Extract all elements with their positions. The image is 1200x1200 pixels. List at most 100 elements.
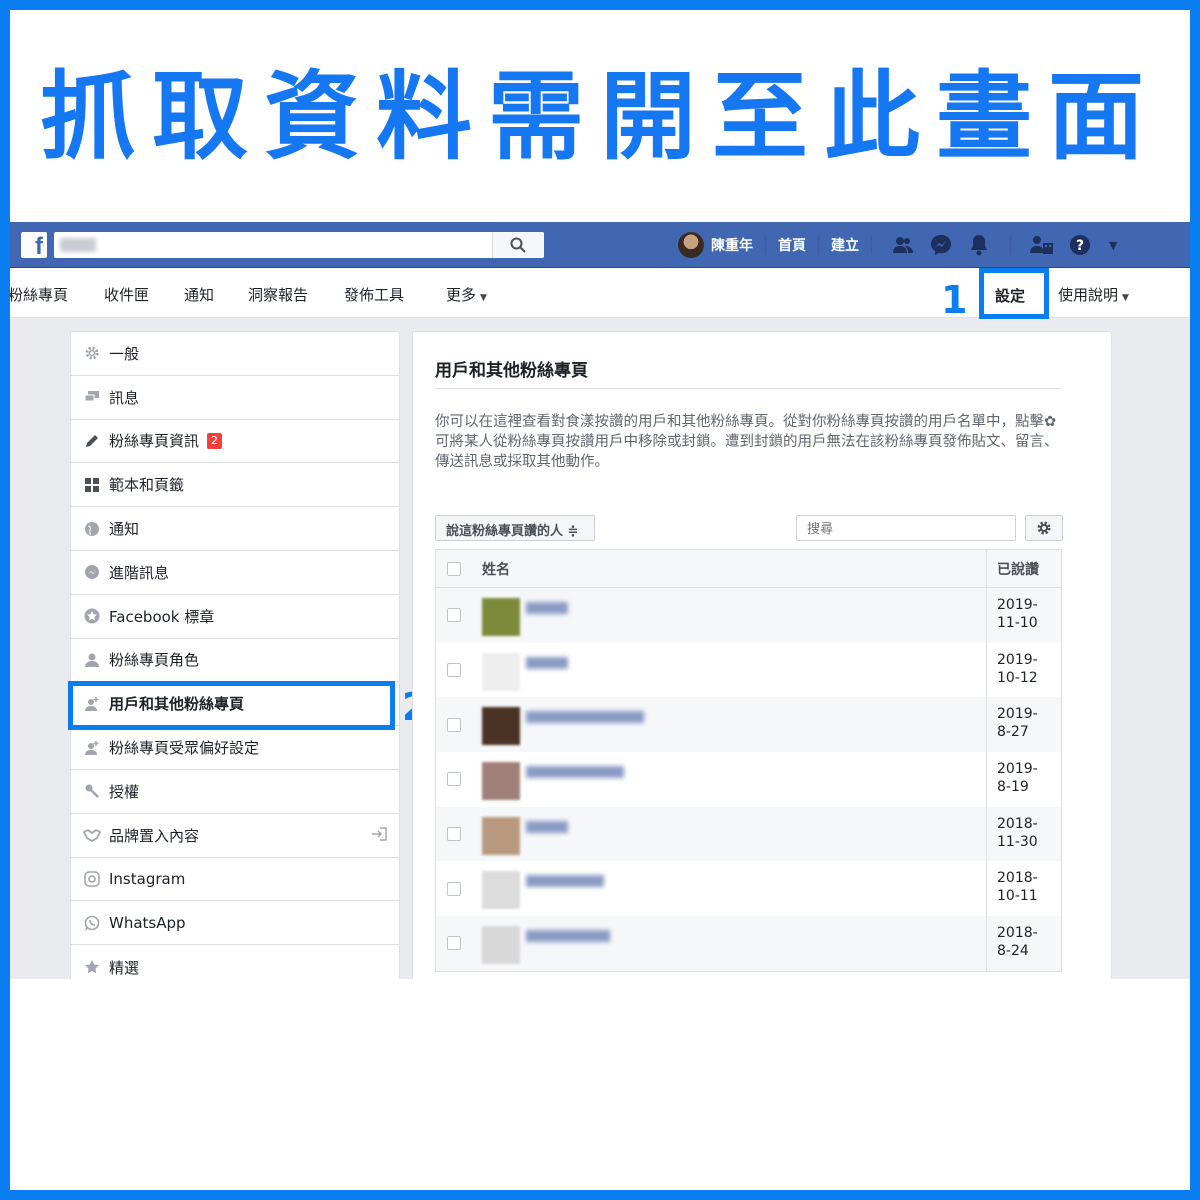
tab-publishing-tools[interactable]: 發佈工具	[344, 284, 404, 305]
row-checkbox[interactable]	[447, 936, 461, 951]
search-box[interactable]	[54, 232, 544, 258]
create-link[interactable]: 建立	[831, 235, 859, 255]
sidebar-item[interactable]: 範本和頁籤	[71, 463, 399, 508]
search-button[interactable]	[492, 232, 544, 258]
tab-insights[interactable]: 洞察報告	[248, 284, 308, 305]
liked-date: 2019- 11-10	[986, 588, 1061, 643]
home-link[interactable]: 首頁	[778, 235, 806, 255]
avatar[interactable]	[482, 707, 520, 746]
messenger-icon[interactable]	[926, 230, 956, 260]
chevron-down-icon: ▼	[1122, 293, 1129, 303]
tab-more[interactable]: 更多 ▼	[446, 284, 487, 305]
facebook-top-bar: f 陳重年 首頁 建立 ? ▼	[10, 222, 1190, 268]
liked-date: 2019- 10-12	[986, 642, 1061, 698]
sidebar-item[interactable]: 一般	[71, 332, 399, 376]
page-tab-bar: 粉絲專頁 收件匣 通知 洞察報告 發佈工具 更多 ▼ 1 設定 使用說明 ▼	[10, 268, 1190, 322]
step-1-marker: 1	[941, 278, 968, 322]
bell-icon[interactable]	[964, 230, 994, 260]
table-row: 2019- 11-10	[436, 588, 1061, 643]
sidebar-item[interactable]: 粉絲專頁資訊 2	[71, 420, 399, 464]
gear-icon	[1037, 521, 1051, 535]
avatar[interactable]	[482, 598, 520, 636]
help-icon[interactable]: ?	[1065, 230, 1095, 260]
user-name-link[interactable]: 陳重年	[711, 235, 753, 255]
account-menu-caret-icon[interactable]: ▼	[1109, 239, 1117, 252]
table-row: 2019- 10-12	[436, 642, 1061, 698]
instagram-icon	[83, 870, 101, 888]
divider	[435, 388, 1061, 389]
sidebar-item[interactable]: WhatsApp	[71, 901, 399, 946]
sidebar-item[interactable]: Facebook 標章	[71, 595, 399, 639]
blurred-user-name[interactable]	[526, 820, 568, 833]
sidebar-item[interactable]: 訊息	[71, 376, 399, 420]
sidebar-item[interactable]: 粉絲專頁角色	[71, 639, 399, 683]
tab-inbox[interactable]: 收件匣	[104, 284, 149, 305]
avatar[interactable]	[482, 871, 520, 910]
people-search-input[interactable]	[797, 516, 1015, 540]
page-switch-icon[interactable]	[1027, 230, 1057, 260]
divider	[765, 236, 766, 254]
sidebar-item[interactable]: 精選	[71, 945, 399, 979]
gear-button[interactable]	[1025, 515, 1063, 541]
tab-notifications[interactable]: 通知	[184, 284, 214, 305]
table-row: 2019- 8-19	[436, 752, 1061, 807]
sidebar-item-label: 品牌置入內容	[109, 826, 200, 845]
divider	[1010, 236, 1011, 254]
table-row: 2019- 8-27	[436, 697, 1061, 753]
avatar[interactable]	[482, 816, 520, 855]
sidebar-item[interactable]: 粉絲專頁受眾偏好設定	[71, 726, 399, 770]
chat-icon	[83, 388, 101, 406]
chevron-down-icon: ▼	[480, 293, 487, 303]
facebook-screenshot: f 陳重年 首頁 建立 ? ▼ 粉絲專頁 收件匣 通知 洞察報告 發佈工具 更多…	[10, 222, 1190, 979]
select-all-checkbox[interactable]	[447, 561, 461, 576]
avatar[interactable]	[482, 762, 520, 801]
blurred-user-name[interactable]	[526, 711, 644, 724]
blurred-user-name[interactable]	[526, 766, 624, 779]
panel-title: 用戶和其他粉絲專頁	[435, 361, 588, 381]
globe-icon	[83, 520, 101, 538]
sidebar-item-label: 授權	[109, 782, 140, 801]
svg-text:?: ?	[1076, 238, 1084, 254]
tab-fan-page[interactable]: 粉絲專頁	[10, 284, 68, 305]
row-checkbox[interactable]	[447, 772, 461, 787]
people-and-pages-panel: 用戶和其他粉絲專頁 你可以在這裡查看對食漾按讚的用戶和其他粉絲專頁。從對你粉絲專…	[412, 331, 1112, 979]
sidebar-item[interactable]: 進階訊息	[71, 551, 399, 595]
friends-icon[interactable]	[888, 230, 918, 260]
people-search-box[interactable]	[796, 515, 1016, 541]
sidebar-item-label: 精選	[109, 958, 140, 977]
sidebar-item[interactable]: 授權	[71, 770, 399, 814]
sidebar-item[interactable]: 通知	[71, 507, 399, 551]
row-checkbox[interactable]	[447, 608, 461, 623]
avatar[interactable]	[482, 652, 520, 691]
sidebar-item-label: Instagram	[109, 869, 186, 888]
handshake-icon	[83, 826, 101, 844]
sidebar-item-label: 範本和頁籤	[109, 476, 185, 495]
name-column-header[interactable]: 姓名	[472, 559, 986, 579]
messenger-icon	[83, 563, 101, 581]
facebook-logo-icon[interactable]: f	[21, 232, 47, 260]
wrench-icon	[83, 782, 101, 800]
row-checkbox[interactable]	[447, 717, 461, 732]
tab-more-label: 更多	[446, 286, 477, 304]
sidebar-item-label: Facebook 標章	[109, 607, 215, 626]
panel-description: 你可以在這裡查看對食漾按讚的用戶和其他粉絲專頁。從對你粉絲專頁按讚的用戶名單中，…	[435, 414, 1059, 470]
people-filter-dropdown[interactable]: 說這粉絲專頁讚的人 ≑	[435, 515, 595, 541]
row-checkbox[interactable]	[447, 827, 461, 842]
sidebar-item[interactable]: Instagram	[71, 858, 399, 902]
search-input[interactable]	[60, 234, 490, 256]
star-icon	[83, 958, 101, 976]
tab-help[interactable]: 使用說明 ▼	[1058, 284, 1129, 305]
avatar[interactable]	[678, 232, 704, 258]
grid-icon	[83, 476, 101, 494]
row-checkbox[interactable]	[447, 881, 461, 896]
blurred-user-name[interactable]	[526, 656, 568, 669]
row-checkbox[interactable]	[447, 663, 461, 678]
blurred-user-name[interactable]	[526, 875, 604, 888]
date-column-header[interactable]: 已說讚	[986, 550, 1061, 587]
divider	[871, 236, 872, 254]
blurred-user-name[interactable]	[526, 602, 568, 614]
blurred-user-name[interactable]	[526, 930, 610, 943]
table-row: 2018- 8-24	[436, 916, 1061, 971]
avatar[interactable]	[482, 926, 520, 965]
sidebar-item[interactable]: 品牌置入內容	[71, 814, 399, 858]
